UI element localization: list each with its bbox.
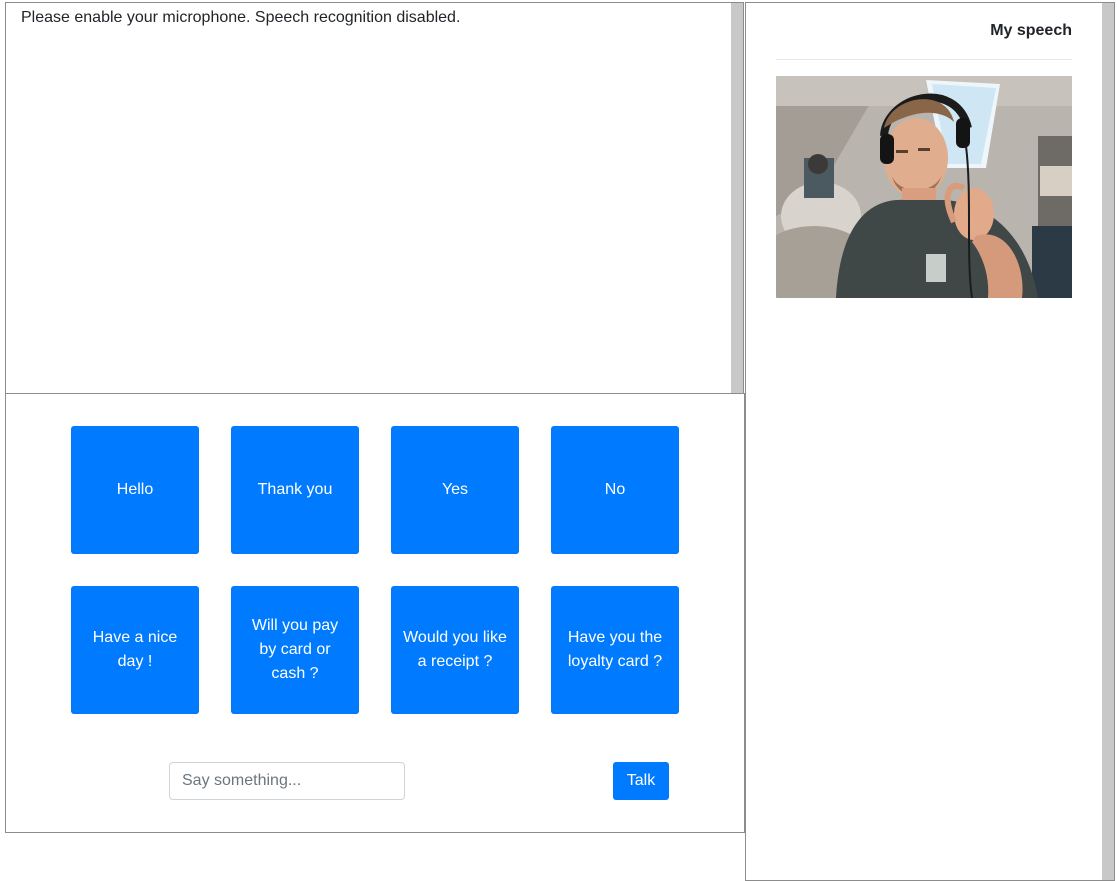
title-divider [776, 59, 1072, 60]
talk-button[interactable]: Talk [613, 762, 669, 800]
speech-panel-scrollbar[interactable] [1102, 3, 1114, 880]
my-speech-panel: My speech [745, 2, 1115, 881]
my-speech-title: My speech [990, 22, 1072, 39]
phrase-button-yes[interactable]: Yes [391, 426, 519, 554]
microphone-status-message: Please enable your microphone. Speech re… [21, 9, 461, 26]
phrase-button-hello[interactable]: Hello [71, 426, 199, 554]
controls-panel: Hello Thank you Yes No Have a nice day !… [5, 393, 745, 833]
phrase-button-thank-you[interactable]: Thank you [231, 426, 359, 554]
phrase-button-loyalty-card[interactable]: Have you the loyalty card ? [551, 586, 679, 714]
transcript-scrollbar[interactable] [731, 3, 743, 393]
say-something-input[interactable] [169, 762, 405, 800]
webcam-image [776, 76, 1072, 298]
transcript-panel: Please enable your microphone. Speech re… [5, 2, 744, 393]
phrase-button-receipt[interactable]: Would you like a receipt ? [391, 586, 519, 714]
app-page: Please enable your microphone. Speech re… [0, 0, 1118, 881]
phrase-button-have-a-nice-day[interactable]: Have a nice day ! [71, 586, 199, 714]
phrase-button-pay-by-card-or-cash[interactable]: Will you pay by card or cash ? [231, 586, 359, 714]
phrase-button-no[interactable]: No [551, 426, 679, 554]
webcam-video-feed [776, 76, 1072, 298]
